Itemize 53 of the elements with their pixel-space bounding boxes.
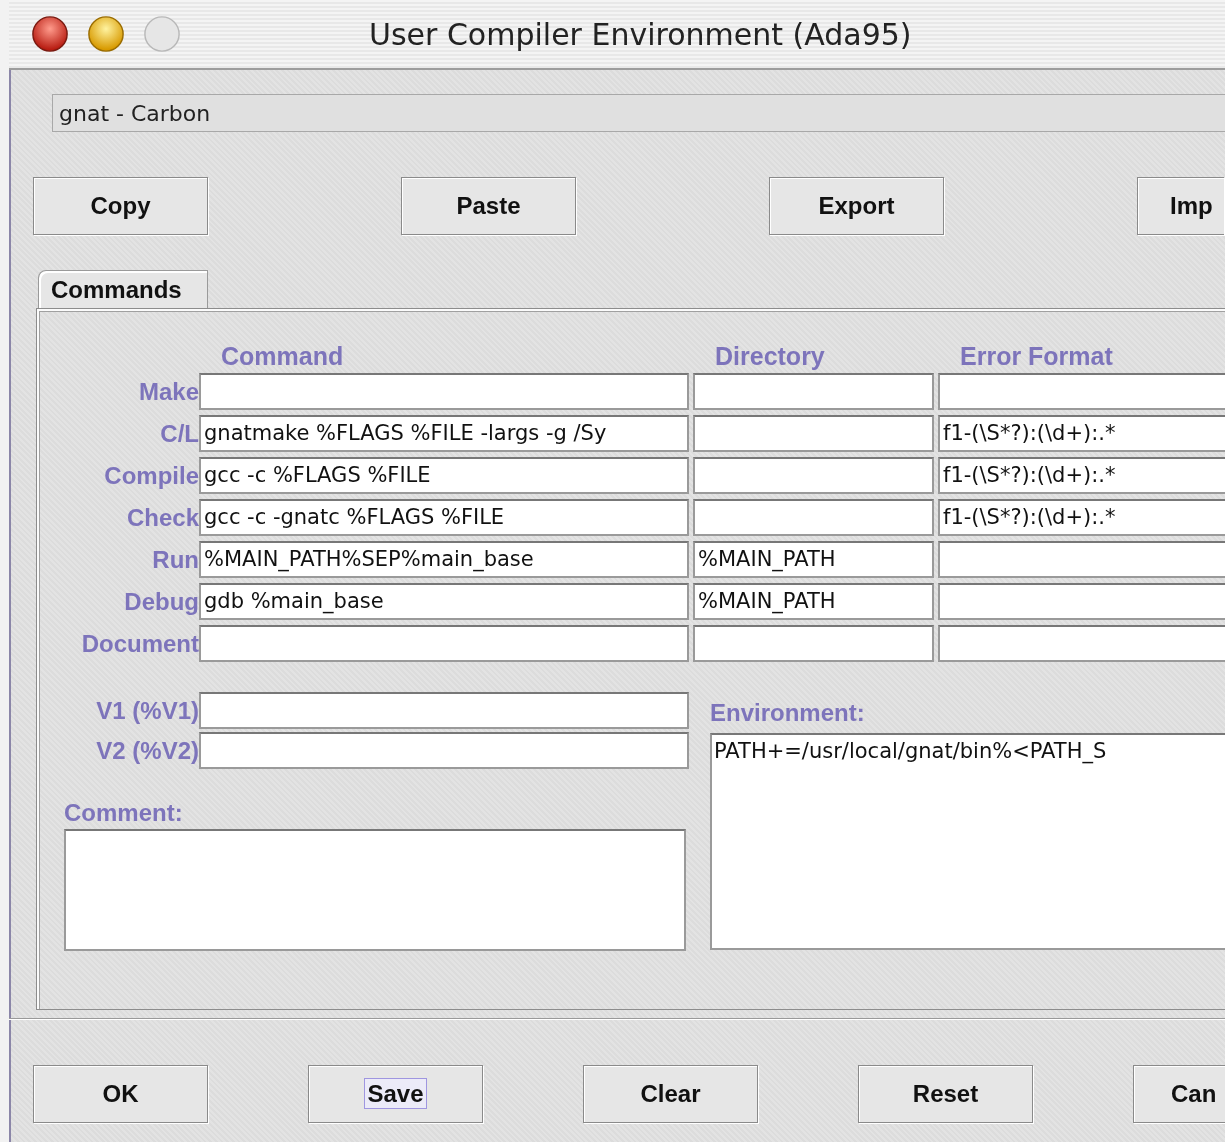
command-field[interactable]: gcc -c -gnatc %FLAGS %FILE [199,499,689,536]
toolbar-button[interactable]: Copy [33,177,208,235]
directory-field[interactable] [693,373,934,410]
command-field[interactable]: gcc -c %FLAGS %FILE [199,457,689,494]
row-label: Check [125,504,199,532]
comment-label: Comment: [64,799,184,827]
minimize-icon[interactable] [87,15,125,53]
comment-field[interactable] [64,829,686,951]
variable-label: V2 (%V2) [95,737,199,765]
row-label: Run [151,546,199,574]
row-label: Document [80,630,199,658]
dialog-button[interactable]: Reset [858,1065,1033,1123]
command-field[interactable] [199,625,689,662]
error-format-field[interactable]: f1-(\S*?):(\d+):.* [938,499,1225,536]
row-label: Debug [123,588,199,616]
directory-field[interactable] [693,415,934,452]
row-label: C/L [159,420,199,448]
dialog-button[interactable]: Clear [583,1065,758,1123]
row-label: Make [137,378,199,406]
environment-label: Environment: [710,699,866,727]
command-field[interactable] [199,373,689,410]
profile-field[interactable]: gnat - Carbon [52,94,1225,132]
column-header: Command [220,341,345,371]
command-field[interactable]: %MAIN_PATH%SEP%main_base [199,541,689,578]
variable-field[interactable] [199,692,689,729]
error-format-field[interactable] [938,625,1225,662]
variable-field[interactable] [199,732,689,769]
window-title: User Compiler Environment (Ada95) [369,16,912,52]
command-field[interactable]: gnatmake %FLAGS %FILE -largs -g /Sy [199,415,689,452]
error-format-field[interactable]: f1-(\S*?):(\d+):.* [938,457,1225,494]
environment-field[interactable]: PATH+=/usr/local/gnat/bin%<PATH_S [710,733,1225,950]
dialog-button[interactable]: Can [1133,1065,1225,1123]
directory-field[interactable]: %MAIN_PATH [693,583,934,620]
toolbar-button[interactable]: Paste [401,177,576,235]
dialog-button[interactable]: OK [33,1065,208,1123]
directory-field[interactable] [693,625,934,662]
column-header: Directory [714,341,826,371]
variable-label: V1 (%V1) [95,697,199,725]
directory-field[interactable] [693,499,934,536]
dialog-button[interactable]: Save [308,1065,483,1123]
tab[interactable]: Commands [38,270,208,308]
error-format-field[interactable] [938,373,1225,410]
toolbar-button[interactable]: Imp [1137,177,1224,235]
error-format-field[interactable]: f1-(\S*?):(\d+):.* [938,415,1225,452]
command-field[interactable]: gdb %main_base [199,583,689,620]
error-format-field[interactable] [938,583,1225,620]
directory-field[interactable]: %MAIN_PATH [693,541,934,578]
error-format-field[interactable] [938,541,1225,578]
close-icon[interactable] [31,15,69,53]
row-label: Compile [103,462,199,490]
column-header: Error Format [959,341,1114,371]
toolbar-button[interactable]: Export [769,177,944,235]
directory-field[interactable] [693,457,934,494]
